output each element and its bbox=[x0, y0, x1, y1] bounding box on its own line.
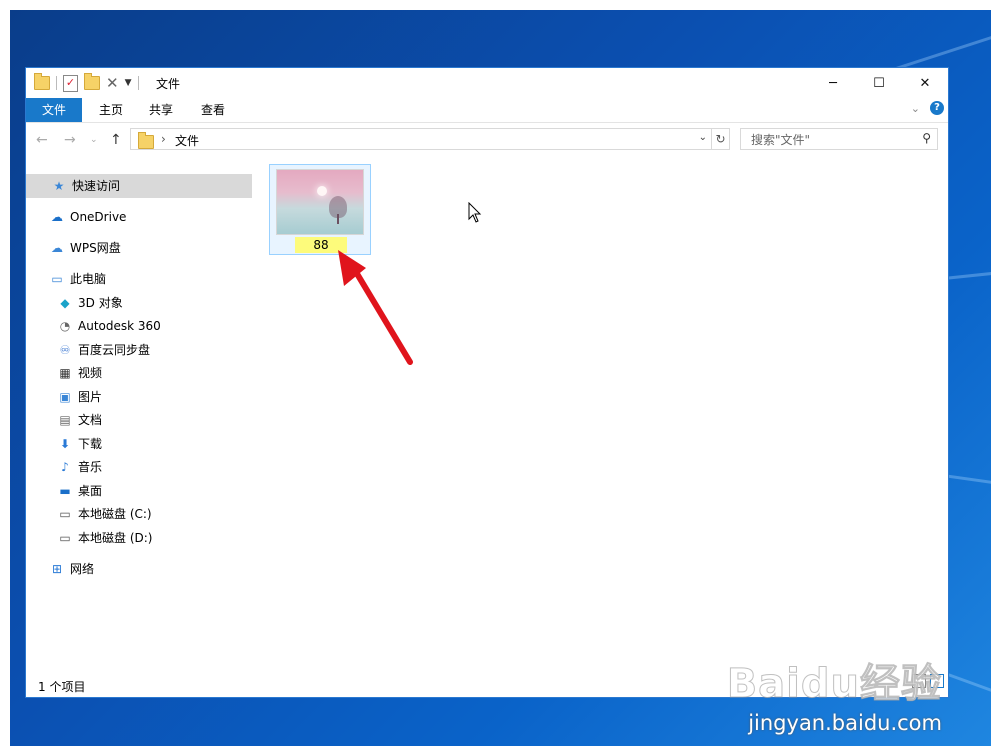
nav-label: WPS网盘 bbox=[70, 241, 121, 255]
thumbnail-sun bbox=[317, 186, 327, 196]
download-icon: ⬇ bbox=[59, 437, 71, 451]
computer-icon: ▭ bbox=[51, 272, 63, 286]
navigation-pane: ★ 快速访问 ☁ OneDrive ☁ WPS网盘 ▭ 此电脑 ◆ 3D 对象 … bbox=[26, 168, 252, 668]
file-explorer-window: ✓ ✕ ▼ 文件 ─ ☐ ✕ 文件 主页 共享 查看 ⌄ ? ← → ⌄ ↑ › bbox=[25, 67, 949, 698]
nav-label: 百度云同步盘 bbox=[78, 343, 151, 357]
nav-label: 此电脑 bbox=[70, 272, 107, 286]
star-icon: ★ bbox=[53, 179, 65, 193]
image-thumbnail bbox=[276, 169, 364, 235]
folder-icon bbox=[138, 132, 154, 149]
nav-network[interactable]: ⊞ 网络 bbox=[50, 557, 94, 581]
ribbon-tabs: 文件 主页 共享 查看 ⌄ ? bbox=[26, 98, 948, 123]
nav-quick-access[interactable]: ★ 快速访问 bbox=[26, 174, 252, 198]
drive-icon: ▭ bbox=[59, 531, 71, 545]
quick-access-toolbar: ✓ ✕ ▼ bbox=[34, 73, 139, 92]
recent-locations-icon[interactable]: ⌄ bbox=[90, 135, 98, 145]
window-controls: ─ ☐ ✕ bbox=[810, 68, 948, 98]
nav-label: 桌面 bbox=[78, 484, 103, 498]
nav-music[interactable]: ♪ 音乐 bbox=[58, 455, 102, 479]
nav-label: 视频 bbox=[78, 366, 103, 380]
nav-label: 本地磁盘 (C:) bbox=[78, 507, 152, 521]
back-icon[interactable]: ← bbox=[36, 132, 48, 148]
ribbon-right: ⌄ ? bbox=[911, 101, 944, 115]
nav-drive-d[interactable]: ▭ 本地磁盘 (D:) bbox=[58, 526, 152, 550]
breadcrumb-current[interactable]: 文件 bbox=[175, 132, 199, 149]
thumbnail-trunk bbox=[337, 214, 339, 224]
baidu-watermark: Baidu经验 jingyan.baidu.com bbox=[726, 651, 942, 736]
nav-baidu-sync[interactable]: ♾ 百度云同步盘 bbox=[58, 338, 150, 362]
desktop-icon: ▬ bbox=[59, 484, 71, 498]
chevron-down-icon[interactable]: ⌄ bbox=[699, 132, 707, 143]
watermark-url: jingyan.baidu.com bbox=[748, 711, 942, 735]
baidu-logo: Baidu经验 bbox=[726, 661, 942, 708]
document-icon: ▤ bbox=[59, 413, 71, 427]
nav-label: OneDrive bbox=[70, 210, 127, 224]
nav-wps-cloud[interactable]: ☁ WPS网盘 bbox=[50, 236, 121, 260]
nav-label: 本地磁盘 (D:) bbox=[78, 531, 153, 545]
nav-autodesk-360[interactable]: ◔ Autodesk 360 bbox=[58, 314, 161, 338]
film-icon: ▦ bbox=[59, 366, 71, 380]
search-input[interactable] bbox=[749, 132, 913, 148]
nav-label: 3D 对象 bbox=[78, 296, 123, 310]
nav-label: 文档 bbox=[78, 413, 103, 427]
baidu-cloud-icon: ♾ bbox=[59, 343, 71, 357]
divider bbox=[137, 76, 139, 90]
cube-icon: ◆ bbox=[60, 296, 70, 310]
nav-downloads[interactable]: ⬇ 下载 bbox=[58, 432, 102, 456]
file-name-rename-box[interactable]: 88 bbox=[295, 237, 347, 253]
nav-drive-c[interactable]: ▭ 本地磁盘 (C:) bbox=[58, 502, 152, 526]
nav-label: Autodesk 360 bbox=[78, 319, 161, 333]
divider bbox=[56, 76, 57, 90]
search-icon[interactable]: ⚲ bbox=[922, 131, 931, 145]
cloud-icon: ☁ bbox=[51, 210, 63, 224]
help-icon[interactable]: ? bbox=[930, 101, 944, 115]
navigation-bar: ← → ⌄ ↑ › 文件 ⌄ ↻ ⚲ bbox=[26, 124, 948, 156]
close-button[interactable]: ✕ bbox=[902, 68, 948, 98]
nav-this-pc[interactable]: ▭ 此电脑 bbox=[50, 267, 106, 291]
tab-view[interactable]: 查看 bbox=[190, 98, 236, 122]
delete-icon[interactable]: ✕ bbox=[106, 76, 119, 91]
mouse-cursor-icon bbox=[468, 202, 482, 223]
drive-icon: ▭ bbox=[59, 507, 71, 521]
nav-documents[interactable]: ▤ 文档 bbox=[58, 408, 102, 432]
nav-label: 图片 bbox=[78, 390, 103, 404]
maximize-button[interactable]: ☐ bbox=[856, 68, 902, 98]
status-item-count: 1 个项目 bbox=[38, 680, 86, 694]
address-bar[interactable]: › 文件 ⌄ bbox=[130, 128, 712, 150]
picture-icon: ▣ bbox=[59, 390, 71, 404]
network-icon: ⊞ bbox=[51, 562, 63, 576]
up-icon[interactable]: ↑ bbox=[110, 132, 122, 148]
expand-ribbon-icon[interactable]: ⌄ bbox=[911, 102, 920, 115]
properties-icon[interactable]: ✓ bbox=[63, 74, 78, 92]
music-note-icon: ♪ bbox=[61, 460, 69, 474]
nav-label: 下载 bbox=[78, 437, 103, 451]
forward-icon[interactable]: → bbox=[64, 132, 76, 148]
autodesk-icon: ◔ bbox=[59, 319, 71, 333]
nav-label: 音乐 bbox=[78, 460, 103, 474]
nav-desktop[interactable]: ▬ 桌面 bbox=[58, 479, 102, 503]
folder-icon bbox=[34, 73, 50, 90]
window-title: 文件 bbox=[156, 77, 181, 91]
cloud-outline-icon: ☁ bbox=[51, 241, 63, 255]
title-bar: ✓ ✕ ▼ 文件 ─ ☐ ✕ bbox=[26, 68, 948, 98]
file-item[interactable]: 88 bbox=[269, 164, 371, 255]
minimize-button[interactable]: ─ bbox=[810, 68, 856, 98]
search-box[interactable]: ⚲ bbox=[740, 128, 938, 150]
new-folder-icon[interactable] bbox=[84, 73, 100, 90]
nav-pictures[interactable]: ▣ 图片 bbox=[58, 385, 102, 409]
tab-file[interactable]: 文件 bbox=[26, 98, 82, 122]
breadcrumb-separator: › bbox=[161, 132, 166, 146]
tab-home[interactable]: 主页 bbox=[88, 98, 134, 122]
nav-label: 网络 bbox=[70, 562, 95, 576]
nav-3d-objects[interactable]: ◆ 3D 对象 bbox=[58, 291, 123, 315]
nav-onedrive[interactable]: ☁ OneDrive bbox=[50, 205, 126, 229]
nav-label: 快速访问 bbox=[72, 179, 121, 193]
customize-toolbar-icon[interactable]: ▼ bbox=[125, 78, 132, 88]
nav-videos[interactable]: ▦ 视频 bbox=[58, 361, 102, 385]
tab-share[interactable]: 共享 bbox=[138, 98, 184, 122]
refresh-button[interactable]: ↻ bbox=[712, 128, 730, 150]
